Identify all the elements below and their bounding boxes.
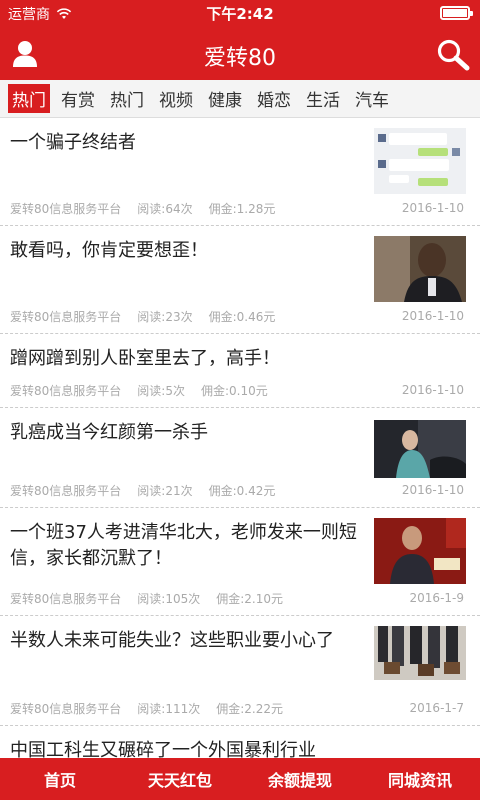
article-commission: 佣金:0.42元 <box>208 484 276 498</box>
article-meta: 爱转80信息服务平台 阅读:23次 佣金:0.46元 <box>10 308 275 325</box>
article-thumbnail <box>374 626 466 680</box>
article-commission: 佣金:1.28元 <box>208 202 276 216</box>
article-item[interactable]: 半数人未来可能失业？这些职业要小心了 爱转80信息服务平台 阅读:111次 佣金… <box>0 616 480 726</box>
briefcases-crowd-image <box>374 626 466 680</box>
nav-daily-red-packet[interactable]: 天天红包 <box>120 758 240 800</box>
chat-screenshot-image <box>374 128 466 194</box>
article-reads: 阅读:111次 <box>137 702 201 716</box>
speaker-podium-image <box>374 518 466 584</box>
article-title: 蹭网蹭到别人卧室里去了，高手！ <box>10 348 280 369</box>
article-date: 2016-1-10 <box>401 309 464 323</box>
woman-car-show-image <box>374 420 466 478</box>
bottom-navigation: 首页 天天红包 余额提现 同城资讯 <box>0 758 480 800</box>
nav-balance-withdraw[interactable]: 余额提现 <box>240 758 360 800</box>
article-source: 爱转80信息服务平台 <box>10 592 122 606</box>
article-item[interactable]: 一个班37人考进清华北大，老师发来一则短信，家长都沉默了！ 爱转80信息服务平台… <box>0 508 480 616</box>
search-icon[interactable] <box>436 38 470 72</box>
article-meta: 爱转80信息服务平台 阅读:5次 佣金:0.10元 <box>10 382 268 399</box>
article-meta: 爱转80信息服务平台 阅读:111次 佣金:2.22元 <box>10 700 283 717</box>
article-reads: 阅读:64次 <box>137 202 193 216</box>
article-thumbnail <box>374 518 466 584</box>
article-reads: 阅读:23次 <box>137 310 193 324</box>
app-title: 爱转80 <box>204 46 276 71</box>
smiling-man-image <box>374 236 466 302</box>
tab-reward[interactable]: 有赏 <box>57 84 99 113</box>
article-title: 乳癌成当今红颜第一杀手 <box>10 422 208 443</box>
article-reads: 阅读:105次 <box>137 592 201 606</box>
article-title: 中国工科生又碾碎了一个外国暴利行业 <box>10 740 316 758</box>
tab-life[interactable]: 生活 <box>302 84 344 113</box>
article-thumbnail <box>374 420 466 486</box>
article-title: 一个骗子终结者 <box>10 132 136 153</box>
article-item[interactable]: 乳癌成当今红颜第一杀手 爱转80信息服务平台 阅读:21次 佣金:0.42元 2… <box>0 408 480 508</box>
battery-icon <box>440 6 473 20</box>
article-source: 爱转80信息服务平台 <box>10 484 122 498</box>
status-time: 下午2:42 <box>206 5 274 23</box>
tab-video[interactable]: 视频 <box>155 84 197 113</box>
tab-dating[interactable]: 婚恋 <box>253 84 295 113</box>
nav-home[interactable]: 首页 <box>0 758 120 800</box>
article-reads: 阅读:5次 <box>137 384 185 398</box>
article-meta: 爱转80信息服务平台 阅读:64次 佣金:1.28元 <box>10 200 275 217</box>
article-date: 2016-1-10 <box>401 383 464 397</box>
app-header: 爱转80 <box>0 22 480 80</box>
article-thumbnail <box>374 236 466 302</box>
article-title: 半数人未来可能失业？这些职业要小心了 <box>10 630 334 651</box>
article-source: 爱转80信息服务平台 <box>10 310 122 324</box>
tab-auto[interactable]: 汽车 <box>351 84 393 113</box>
article-meta: 爱转80信息服务平台 阅读:105次 佣金:2.10元 <box>10 590 283 607</box>
article-item[interactable]: 一个骗子终结者 爱转80信息服务平台 阅读:64次 佣金:1.28元 2016-… <box>0 118 480 226</box>
article-source: 爱转80信息服务平台 <box>10 202 122 216</box>
category-tabs: 热门 有赏 热门 视频 健康 婚恋 生活 汽车 <box>0 80 480 118</box>
article-commission: 佣金:2.22元 <box>216 702 283 716</box>
tab-hot-active[interactable]: 热门 <box>8 84 50 113</box>
article-reads: 阅读:21次 <box>137 484 193 498</box>
tab-hot[interactable]: 热门 <box>106 84 148 113</box>
article-item[interactable]: 中国工科生又碾碎了一个外国暴利行业 <box>0 726 480 758</box>
nav-local-news[interactable]: 同城资讯 <box>360 758 480 800</box>
article-item[interactable]: 蹭网蹭到别人卧室里去了，高手！ 爱转80信息服务平台 阅读:5次 佣金:0.10… <box>0 334 480 408</box>
article-date: 2016-1-9 <box>409 591 464 605</box>
article-commission: 佣金:0.10元 <box>200 384 268 398</box>
tab-health[interactable]: 健康 <box>204 84 246 113</box>
article-date: 2016-1-10 <box>401 483 464 497</box>
article-source: 爱转80信息服务平台 <box>10 702 122 716</box>
article-source: 爱转80信息服务平台 <box>10 384 122 398</box>
article-date: 2016-1-10 <box>401 201 464 215</box>
article-title: 敢看吗，你肯定要想歪！ <box>10 240 208 261</box>
article-title: 一个班37人考进清华北大，老师发来一则短信，家长都沉默了！ <box>10 522 357 569</box>
article-thumbnail <box>374 128 466 194</box>
article-commission: 佣金:2.10元 <box>216 592 283 606</box>
article-list: 一个骗子终结者 爱转80信息服务平台 阅读:64次 佣金:1.28元 2016-… <box>0 118 480 758</box>
article-commission: 佣金:0.46元 <box>208 310 276 324</box>
article-date: 2016-1-7 <box>409 701 464 715</box>
article-meta: 爱转80信息服务平台 阅读:21次 佣金:0.42元 <box>10 482 275 499</box>
article-item[interactable]: 敢看吗，你肯定要想歪！ 爱转80信息服务平台 阅读:23次 佣金:0.46元 2… <box>0 226 480 334</box>
